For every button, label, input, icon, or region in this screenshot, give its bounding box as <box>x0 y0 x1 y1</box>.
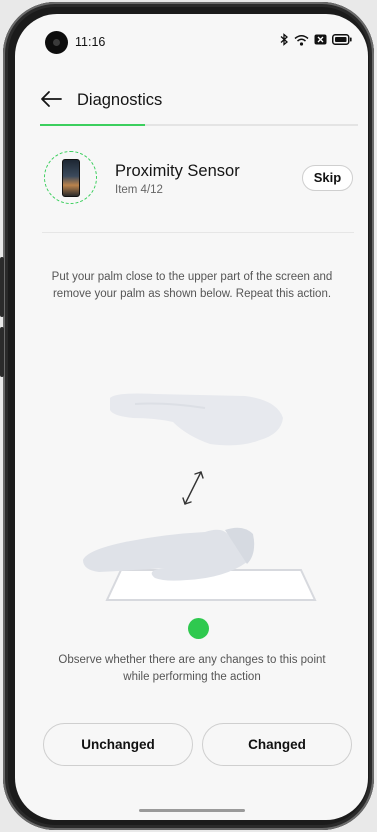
bluetooth-icon <box>280 33 288 46</box>
unchanged-button[interactable]: Unchanged <box>43 723 193 766</box>
wifi-icon <box>294 34 309 46</box>
palm-gesture-illustration <box>83 393 317 601</box>
upper-hand-icon <box>110 393 283 446</box>
home-indicator[interactable] <box>139 809 245 812</box>
observe-text: Observe whether there are any changes to… <box>58 654 326 683</box>
instruction-text: Put your palm close to the upper part of… <box>51 271 333 300</box>
indicator-dot <box>188 618 209 639</box>
volume-button <box>0 257 4 317</box>
divider <box>42 232 354 233</box>
screen: 11:16 Diagnostics Proximity Sensor Item … <box>15 14 368 820</box>
page-title: Diagnostics <box>77 91 163 109</box>
status-icons <box>280 33 352 46</box>
changed-button[interactable]: Changed <box>202 723 352 766</box>
sensor-item-icon <box>44 151 97 204</box>
back-arrow-icon[interactable] <box>40 90 62 108</box>
phone-frame: 11:16 Diagnostics Proximity Sensor Item … <box>0 2 374 830</box>
battery-icon <box>332 34 352 45</box>
progress-fill <box>40 124 145 126</box>
phone-thumbnail <box>62 159 80 197</box>
item-name: Proximity Sensor <box>115 162 240 180</box>
app-bar: Diagnostics <box>15 76 368 120</box>
item-count: Item 4/12 <box>115 184 163 196</box>
skip-button[interactable]: Skip <box>302 165 353 191</box>
power-button <box>0 327 4 377</box>
status-time: 11:16 <box>75 35 106 49</box>
sim-icon <box>314 34 327 45</box>
status-bar: 11:16 <box>15 14 368 68</box>
front-camera <box>45 31 68 54</box>
up-down-arrow-icon <box>182 471 204 505</box>
progress-bar <box>40 124 358 126</box>
